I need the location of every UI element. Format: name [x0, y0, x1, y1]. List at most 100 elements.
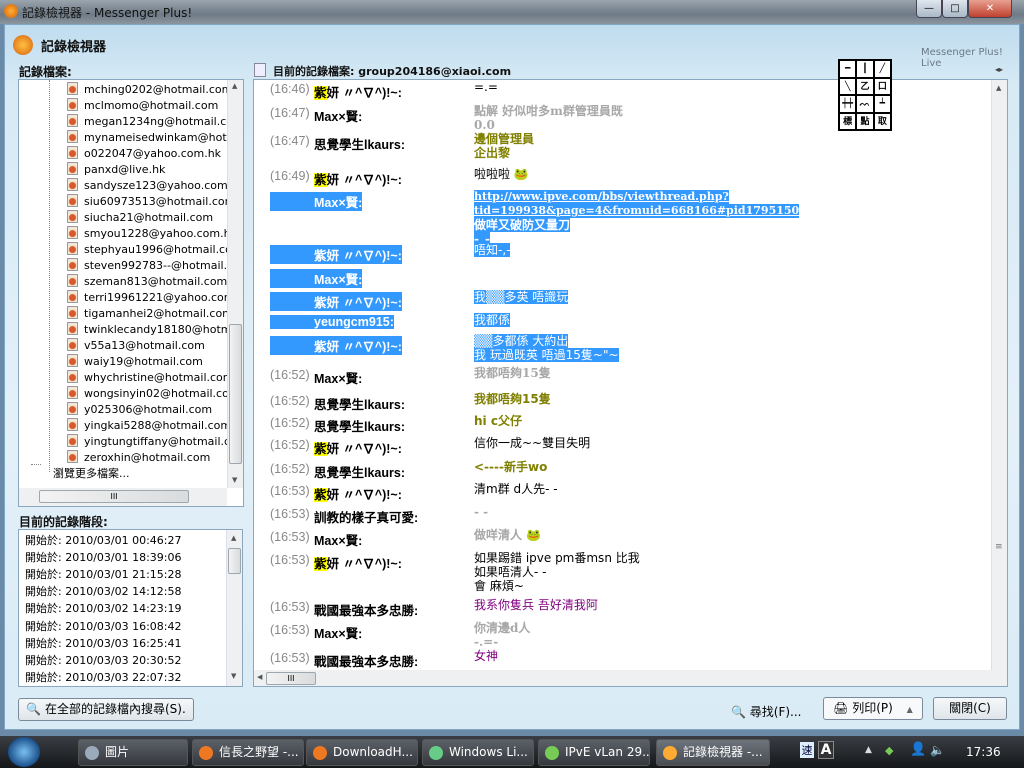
- tree-file-item[interactable]: yingtungtiffany@hotmail.com: [67, 434, 237, 450]
- tree-file-item[interactable]: sandysze123@yahoo.com.hk: [67, 178, 237, 194]
- session-item[interactable]: 開始於: 2010/03/01 00:46:27: [25, 532, 182, 549]
- ime-speed-icon[interactable]: 速: [800, 742, 814, 758]
- search-all-logs-button[interactable]: 🔍 在全部的記錄檔內搜尋(S).: [18, 698, 194, 721]
- clock[interactable]: 17:36: [966, 745, 1001, 759]
- session-item[interactable]: 開始於: 2010/03/03 20:30:52: [25, 652, 182, 669]
- file-tree-vscrollbar[interactable]: ▲ ▼: [227, 80, 243, 488]
- ime-mode-icon[interactable]: A: [818, 741, 834, 759]
- session-item[interactable]: 開始於: 2010/03/01 18:39:06: [25, 549, 182, 566]
- sender-name-text: Max×賢:: [314, 534, 363, 548]
- tree-file-item[interactable]: tigamanhei2@hotmail.com: [67, 306, 237, 322]
- tree-file-item[interactable]: o022047@yahoo.com.hk: [67, 146, 237, 162]
- printer-icon: 🖨: [833, 701, 849, 715]
- session-list-scrollbar[interactable]: ▲ ▼: [226, 530, 242, 686]
- tree-file-item[interactable]: twinklecandy18180@hotmail.c: [67, 322, 237, 338]
- message-line: 做咩又破防又量刀: [474, 218, 571, 232]
- browse-more-link[interactable]: 瀏覽更多檔案...: [53, 465, 130, 481]
- taskbar-button[interactable]: IPvE vLan 29...: [538, 739, 650, 766]
- palette-tool-button[interactable]: 取消: [873, 112, 891, 130]
- session-item[interactable]: 開始於: 2010/03/03 22:07:32: [25, 669, 182, 686]
- chat-hscrollbar[interactable]: ◀ III: [254, 670, 1007, 686]
- scroll-thumb[interactable]: [229, 324, 242, 464]
- message-time: (16:47): [270, 106, 310, 120]
- palette-tool-button[interactable]: 點: [856, 112, 874, 130]
- close-window-button[interactable]: ✕: [968, 0, 1012, 18]
- message-line: 我▒▒多英 唔識玩: [474, 290, 569, 304]
- tree-file-item[interactable]: megan1234ng@hotmail.com: [67, 114, 237, 130]
- tree-file-item[interactable]: szeman813@hotmail.com: [67, 274, 237, 290]
- tree-file-item[interactable]: mclmomo@hotmail.com: [67, 98, 237, 114]
- tree-file-item[interactable]: mynameisedwinkam@hotmail.: [67, 130, 237, 146]
- sender-name: 紫妍 〃^∇^)!~:: [314, 438, 402, 457]
- log-file-icon: [67, 354, 78, 367]
- tree-file-item[interactable]: steven992783--@hotmail.com: [67, 258, 237, 274]
- tree-file-item[interactable]: yingkai5288@hotmail.com: [67, 418, 237, 434]
- messenger-status-icon[interactable]: 👤: [910, 742, 926, 757]
- chat-log-view[interactable]: (16:46) 紫妍 〃^∇^)!~: =.= (16:47) Max×賢: 點解 好似咁…: [253, 79, 1008, 687]
- tree-file-item[interactable]: stephyau1996@hotmail.com: [67, 242, 237, 258]
- palette-tool-button[interactable]: ┃: [856, 60, 874, 78]
- files-label: 記錄檔案:: [19, 65, 72, 79]
- palette-tool-button[interactable]: ᨓ: [856, 95, 874, 113]
- palette-tool-button[interactable]: ┷: [873, 95, 891, 113]
- session-item[interactable]: 開始於: 2010/03/03 16:08:42: [25, 618, 182, 635]
- message-time: (16:53): [270, 553, 310, 567]
- tree-file-item[interactable]: whychristine@hotmail.com: [67, 370, 237, 386]
- minimize-button[interactable]: —: [916, 0, 942, 18]
- chevron-up-icon[interactable]: ▲: [907, 705, 913, 714]
- tree-file-item[interactable]: panxd@live.hk: [67, 162, 237, 178]
- tree-file-item[interactable]: mching0202@hotmail.com: [67, 82, 237, 98]
- chat-vscrollbar[interactable]: ▲ ≡: [991, 80, 1007, 670]
- scroll-grip[interactable]: ≡: [995, 542, 1003, 552]
- resize-arrows-icon[interactable]: ◂▸: [995, 65, 1003, 74]
- palette-tool-button[interactable]: ╲: [839, 77, 857, 95]
- tree-file-item[interactable]: siu60973513@hotmail.com: [67, 194, 237, 210]
- close-button[interactable]: 關閉(C): [933, 697, 1007, 720]
- tree-file-item[interactable]: terri19961221@yahoo.com.h: [67, 290, 237, 306]
- tree-file-item[interactable]: zeroxhin@hotmail.com: [67, 450, 237, 466]
- taskbar-button[interactable]: 記錄檢視器 -...: [656, 739, 770, 766]
- taskbar-button[interactable]: DownloadH...: [306, 739, 418, 766]
- file-name: mching0202@hotmail.com: [84, 83, 233, 96]
- taskbar-button[interactable]: 圖片: [78, 739, 188, 766]
- sender-name: 紫妍 〃^∇^)!~:: [270, 245, 402, 264]
- palette-tool-button[interactable]: 標: [839, 112, 857, 130]
- log-file-icon: [67, 434, 78, 447]
- palette-tool-button[interactable]: ┿┿: [839, 95, 857, 113]
- session-item[interactable]: 開始於: 2010/03/01 21:15:28: [25, 566, 182, 583]
- log-file-icon: [67, 258, 78, 271]
- find-button[interactable]: 🔍 尋找(F)...: [731, 703, 802, 720]
- sender-name-text: 妍 〃^∇^)!~:: [326, 557, 402, 571]
- session-item[interactable]: 開始於: 2010/03/02 14:23:19: [25, 600, 182, 617]
- file-tree: mching0202@hotmail.com mclmomo@hotmail.co…: [18, 79, 244, 507]
- start-button[interactable]: [8, 737, 40, 767]
- taskbar-button[interactable]: Windows Li...: [422, 739, 534, 766]
- session-item[interactable]: 開始於: 2010/03/02 14:12:58: [25, 583, 182, 600]
- network-icon[interactable]: ◆: [885, 744, 893, 757]
- print-button[interactable]: 🖨 列印(P) ▲: [823, 697, 923, 720]
- show-hidden-icons[interactable]: ▲: [865, 745, 872, 755]
- file-tree-hscrollbar[interactable]: III: [19, 488, 227, 506]
- sender-name: 紫妍 〃^∇^)!~:: [270, 336, 402, 355]
- tree-file-item[interactable]: v55a13@hotmail.com: [67, 338, 237, 354]
- palette-tool-button[interactable]: 乙: [856, 77, 874, 95]
- taskbar-button[interactable]: 信長之野望 -...: [192, 739, 304, 766]
- tree-file-item[interactable]: smyou1228@yahoo.com.hk: [67, 226, 237, 242]
- tree-file-item[interactable]: siucha21@hotmail.com: [67, 210, 237, 226]
- palette-tool-button[interactable]: ╱: [873, 60, 891, 78]
- sender-name-text: Max×賢:: [314, 196, 363, 210]
- taskbar-label: Windows Li...: [449, 745, 528, 759]
- maximize-button[interactable]: □: [942, 0, 968, 18]
- sender-name-text: 戰國最強本多忠勝:: [314, 604, 419, 618]
- scroll-thumb[interactable]: [228, 548, 241, 574]
- volume-icon[interactable]: 🔈: [930, 743, 945, 757]
- palette-tool-button[interactable]: 口: [873, 77, 891, 95]
- magnifier-icon: 🔍: [731, 705, 746, 719]
- palette-tool-button[interactable]: ━: [839, 60, 857, 78]
- tree-file-item[interactable]: wongsinyin02@hotmail.com: [67, 386, 237, 402]
- session-item[interactable]: 開始於: 2010/03/03 16:25:41: [25, 635, 182, 652]
- tree-file-item[interactable]: waiy19@hotmail.com: [67, 354, 237, 370]
- tree-file-item[interactable]: y025306@hotmail.com: [67, 402, 237, 418]
- log-file-icon: [254, 63, 266, 77]
- sender-name: 思覺學生lkaurs:: [314, 394, 405, 413]
